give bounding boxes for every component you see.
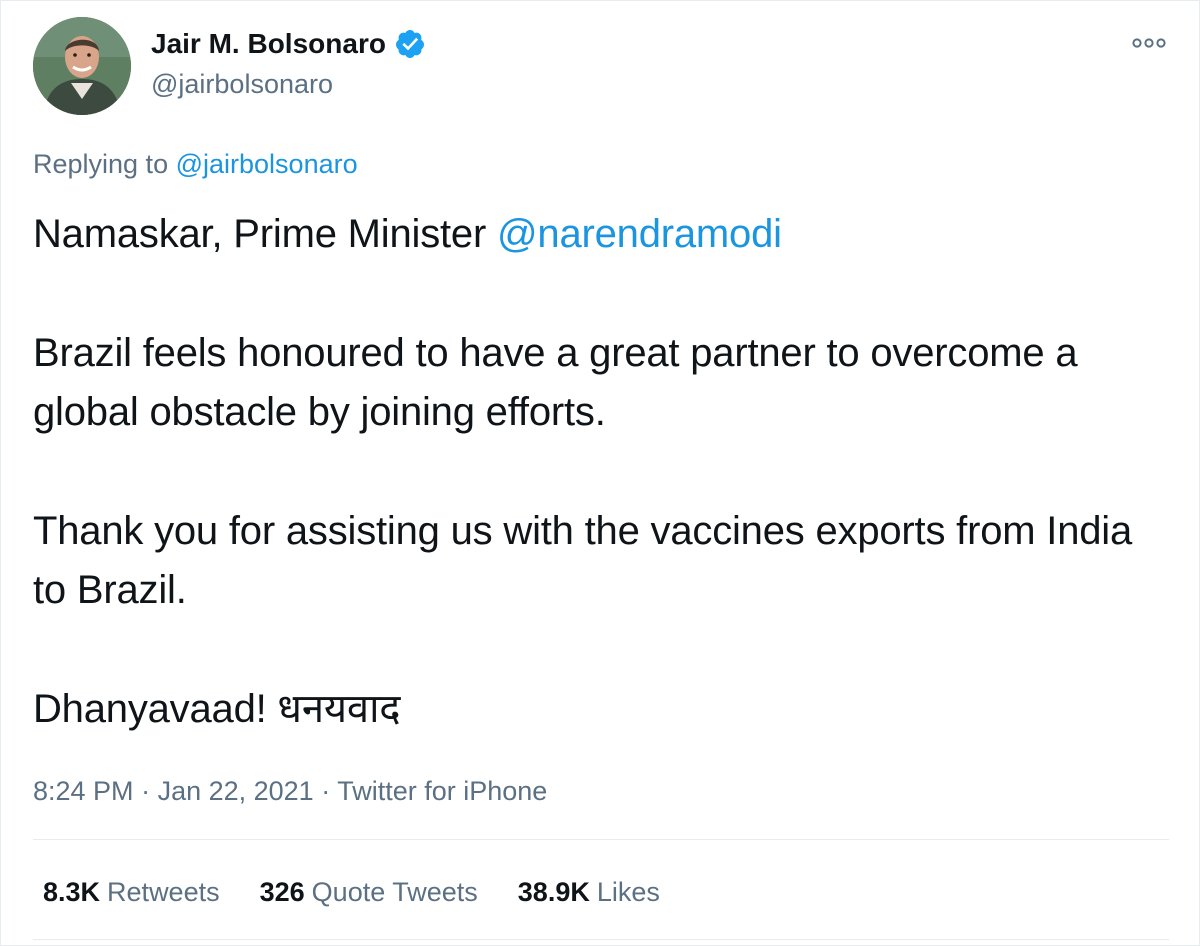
- tweet-date[interactable]: Jan 22, 2021: [158, 776, 314, 806]
- likes-label: Likes: [596, 877, 660, 907]
- divider: [33, 839, 1169, 840]
- tweet-text: Namaskar, Prime Minister @narendramodi B…: [33, 205, 1173, 739]
- reply-to-handle-link[interactable]: @jairbolsonaro: [176, 149, 358, 179]
- meta-separator: ·: [133, 776, 158, 806]
- avatar[interactable]: [33, 17, 131, 115]
- display-name-text: Jair M. Bolsonaro: [151, 28, 386, 59]
- retweets-count: 8.3K: [43, 877, 101, 907]
- tweet-paragraph-1: Namaskar, Prime Minister @narendramodi: [33, 205, 1173, 264]
- likes-count: 38.9K: [517, 877, 590, 907]
- replying-to: Replying to @jairbolsonaro: [33, 146, 358, 182]
- quote-tweets-count: 326: [259, 877, 305, 907]
- retweets-stat[interactable]: 8.3K Retweets: [43, 874, 220, 910]
- engagement-stats: 8.3K Retweets 326 Quote Tweets 38.9K Likes: [43, 874, 700, 910]
- meta-separator: ·: [313, 776, 338, 806]
- tweet-meta: 8:24 PM · Jan 22, 2021 · Twitter for iPh…: [33, 773, 547, 809]
- tweet-time[interactable]: 8:24 PM: [33, 776, 134, 806]
- author-handle[interactable]: @jairbolsonaro: [151, 67, 333, 101]
- verified-badge-icon: [395, 30, 424, 58]
- display-name[interactable]: Jair M. Bolsonaro: [151, 26, 426, 62]
- tweet-paragraph-3: Thank you for assisting us with the vacc…: [33, 509, 1133, 612]
- mention-link[interactable]: @narendramodi: [497, 212, 782, 256]
- likes-stat[interactable]: 38.9K Likes: [518, 874, 660, 910]
- quote-tweets-label: Quote Tweets: [311, 877, 478, 907]
- retweets-label: Retweets: [107, 877, 220, 907]
- avatar-photo: [33, 17, 131, 115]
- tweet-source[interactable]: Twitter for iPhone: [337, 776, 547, 806]
- replying-to-label: Replying to: [33, 149, 169, 179]
- tweet-paragraph-4: Dhanyavaad! धनयवाद: [33, 687, 401, 731]
- tweet-card: Jair M. Bolsonaro @jairbolsonaro Replyin…: [0, 0, 1200, 946]
- quote-tweets-stat[interactable]: 326 Quote Tweets: [260, 874, 478, 910]
- tweet-paragraph-2: Brazil feels honoured to have a great pa…: [33, 331, 1078, 434]
- divider: [33, 939, 1169, 940]
- tweet-greeting: Namaskar, Prime Minister: [33, 212, 497, 256]
- more-options-icon[interactable]: [1129, 31, 1169, 55]
